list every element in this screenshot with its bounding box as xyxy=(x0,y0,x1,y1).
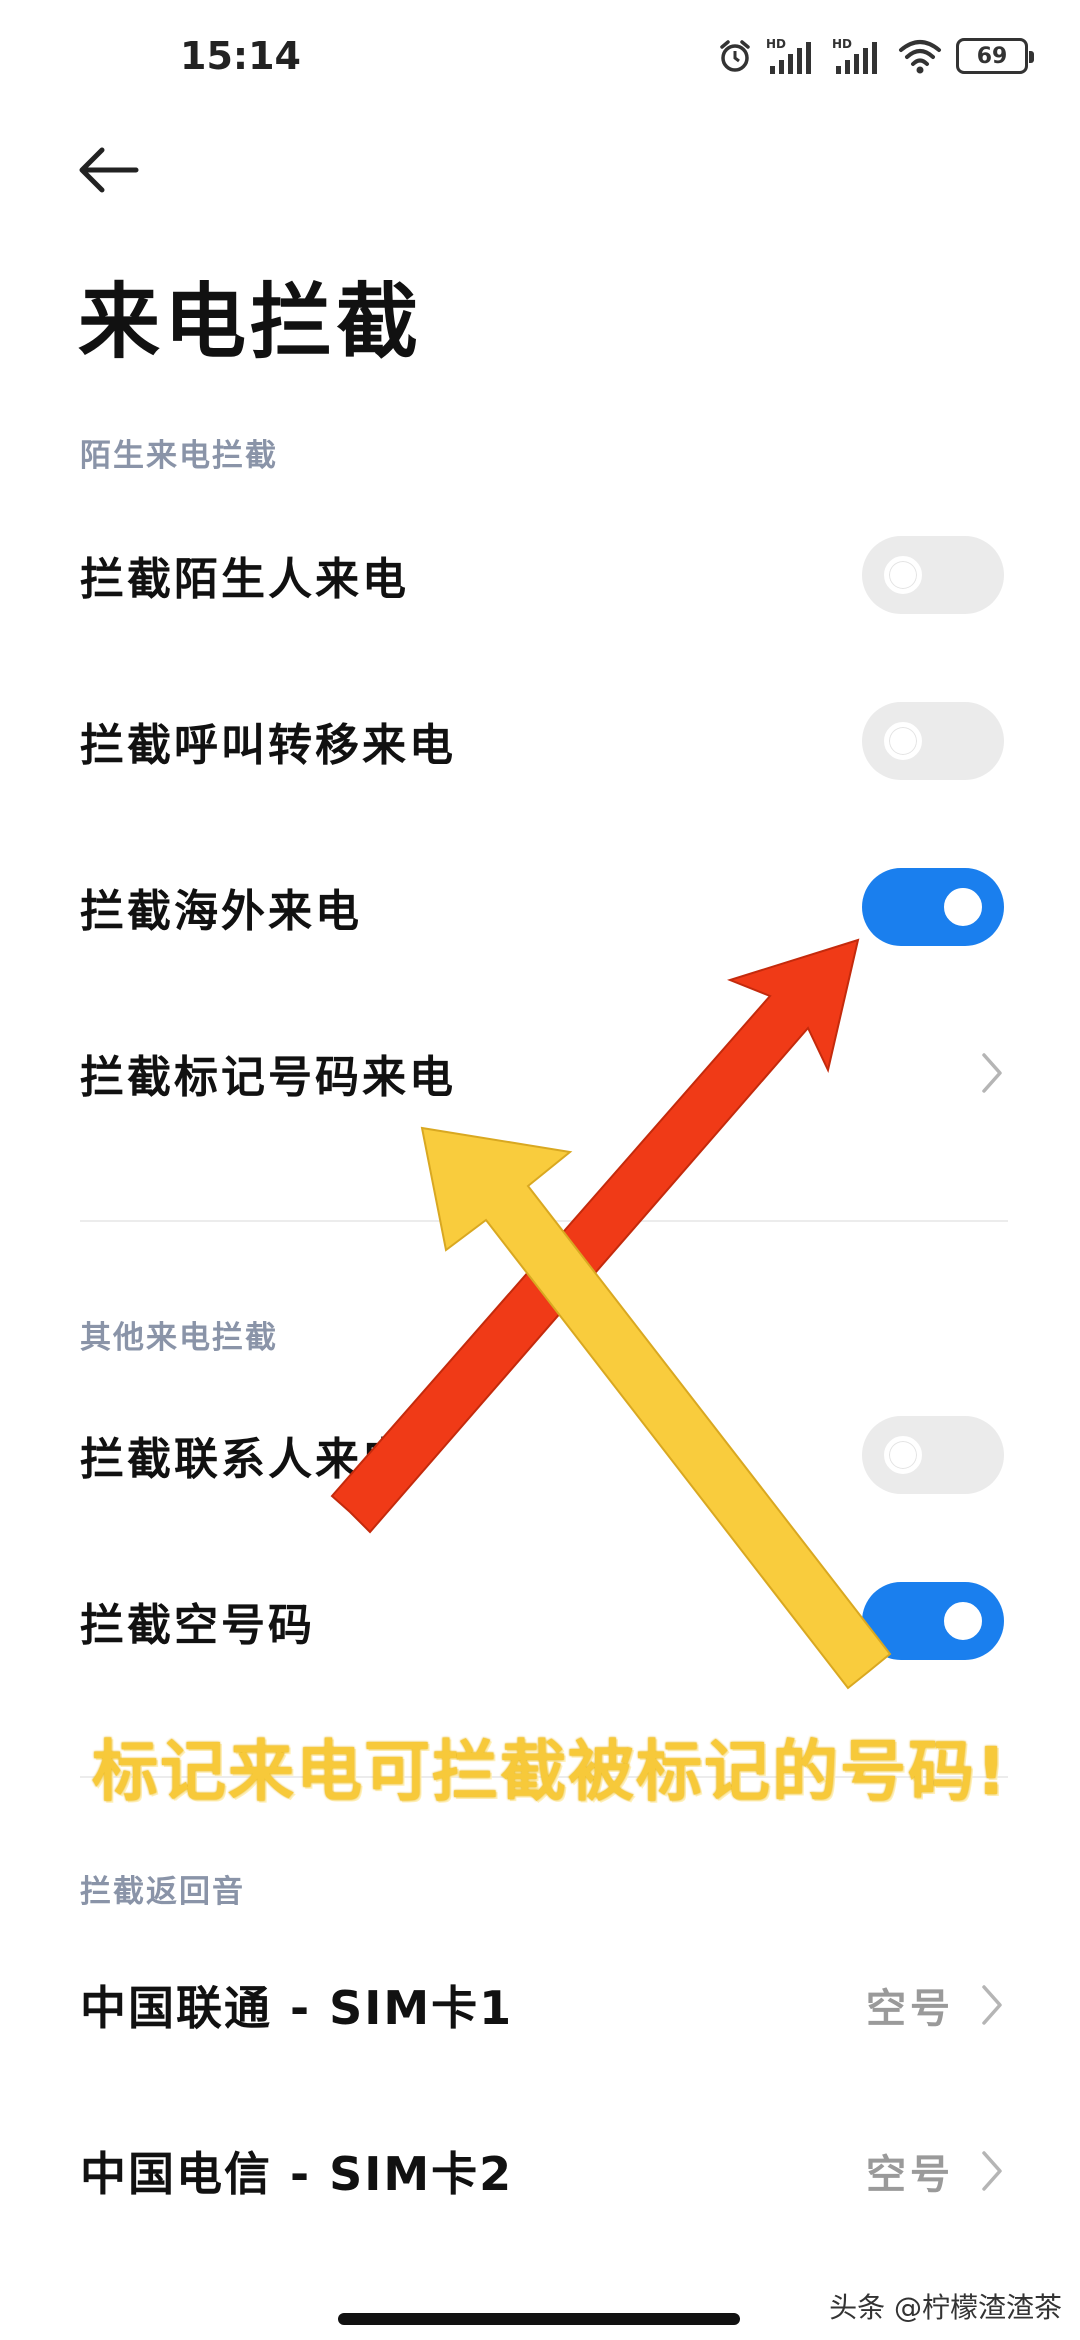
section-divider xyxy=(80,1220,1008,1222)
svg-text:HD: HD xyxy=(832,37,852,51)
toggle-block-forwarded[interactable] xyxy=(862,702,1004,780)
row-value: 空号 xyxy=(866,2152,954,2198)
hd-signal-icon: HD xyxy=(832,37,877,74)
toggle-knob xyxy=(884,1436,922,1474)
row-value: 空号 xyxy=(866,1986,954,2032)
row-block-contacts[interactable]: 拦截联系人来电 xyxy=(0,1390,1080,1520)
row-block-forwarded[interactable]: 拦截呼叫转移来电 xyxy=(0,676,1080,806)
section-header-stranger: 陌生来电拦截 xyxy=(80,438,278,474)
section-header-busy-tone: 拦截返回音 xyxy=(80,1874,245,1910)
row-block-empty-number[interactable]: 拦截空号码 xyxy=(0,1556,1080,1686)
row-label: 拦截呼叫转移来电 xyxy=(80,720,456,771)
row-label: 中国电信 - SIM卡2 xyxy=(80,2147,514,2201)
annotation-caption: 标记来电可拦截被标记的号码! xyxy=(92,1733,1009,1810)
row-label: 拦截海外来电 xyxy=(80,886,362,937)
page-title: 来电拦截 xyxy=(78,275,423,370)
watermark: 头条 @柠檬渣渣茶 xyxy=(829,2291,1062,2324)
row-label: 拦截标记号码来电 xyxy=(80,1052,456,1103)
row-label: 中国联通 - SIM卡1 xyxy=(80,1981,514,2035)
wifi-icon xyxy=(899,40,941,74)
battery-icon: 69 xyxy=(956,38,1034,74)
toggle-knob xyxy=(944,888,982,926)
status-icons: HD HD 69 xyxy=(718,34,1034,78)
row-label: 拦截空号码 xyxy=(80,1600,315,1651)
toggle-block-strangers[interactable] xyxy=(862,536,1004,614)
chevron-right-icon xyxy=(982,2151,1002,2191)
row-sim1-tone[interactable]: 中国联通 - SIM卡1 空号 xyxy=(0,1940,1080,2070)
section-header-other: 其他来电拦截 xyxy=(80,1320,278,1356)
row-sim2-tone[interactable]: 中国电信 - SIM卡2 空号 xyxy=(0,2106,1080,2236)
chevron-right-icon xyxy=(982,1053,1002,1093)
status-bar: 15:14 HD HD 69 xyxy=(0,0,1080,110)
back-arrow-icon xyxy=(79,147,139,193)
toggle-block-empty-number[interactable] xyxy=(862,1582,1004,1660)
home-indicator[interactable] xyxy=(338,2313,740,2325)
row-label: 拦截联系人来电 xyxy=(80,1434,409,1485)
row-block-marked[interactable]: 拦截标记号码来电 xyxy=(0,1008,1080,1138)
svg-text:HD: HD xyxy=(766,37,786,51)
toggle-knob xyxy=(884,722,922,760)
toggle-knob xyxy=(884,556,922,594)
row-block-strangers[interactable]: 拦截陌生人来电 xyxy=(0,510,1080,640)
status-time: 15:14 xyxy=(180,34,301,78)
hd-signal-icon: HD xyxy=(766,37,811,74)
battery-level: 69 xyxy=(976,43,1008,69)
row-label: 拦截陌生人来电 xyxy=(80,554,409,605)
chevron-right-icon xyxy=(982,1985,1002,2025)
row-block-overseas[interactable]: 拦截海外来电 xyxy=(0,842,1080,972)
toggle-block-contacts[interactable] xyxy=(862,1416,1004,1494)
toggle-knob xyxy=(944,1602,982,1640)
toggle-block-overseas[interactable] xyxy=(862,868,1004,946)
back-button[interactable] xyxy=(74,140,148,200)
alarm-icon xyxy=(720,40,750,72)
